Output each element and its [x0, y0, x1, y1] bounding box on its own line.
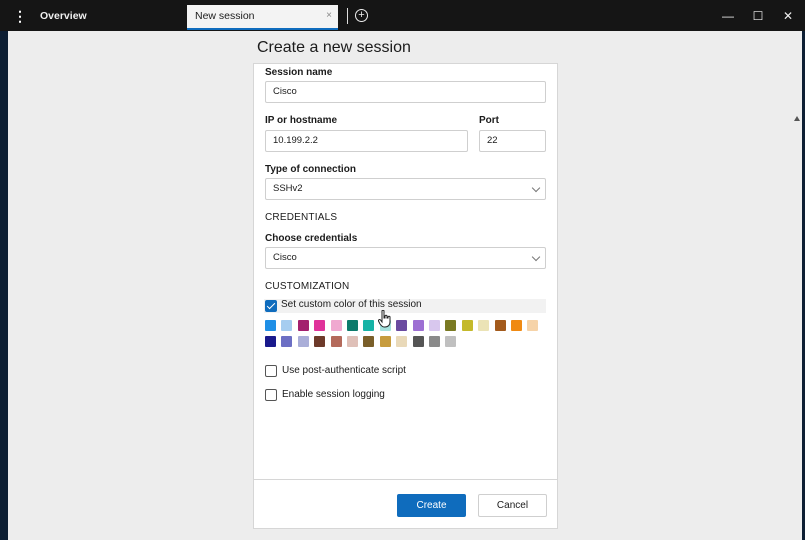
footer-divider — [254, 479, 557, 480]
credentials-value: Cisco — [273, 252, 297, 263]
color-swatch[interactable] — [379, 336, 391, 347]
color-swatch[interactable] — [396, 320, 408, 331]
port-label: Port — [479, 115, 499, 126]
color-swatch[interactable] — [527, 320, 539, 331]
post-auth-script-checkbox[interactable] — [265, 365, 277, 377]
cancel-button[interactable]: Cancel — [478, 494, 547, 517]
session-name-label: Session name — [265, 67, 333, 78]
menu-icon[interactable]: ⋮ — [12, 8, 28, 24]
color-swatch[interactable] — [347, 336, 358, 347]
color-swatch[interactable] — [330, 336, 342, 347]
color-swatch[interactable] — [494, 320, 506, 331]
color-swatch[interactable] — [330, 320, 342, 331]
tab-overview[interactable]: Overview — [32, 5, 182, 30]
port-input[interactable]: 22 — [479, 130, 546, 152]
session-logging-checkbox[interactable] — [265, 389, 277, 401]
session-logging-label: Enable session logging — [282, 389, 385, 400]
customization-section-title: CUSTOMIZATION — [265, 281, 350, 292]
add-tab-icon[interactable]: + — [355, 9, 368, 22]
color-swatch[interactable] — [412, 320, 424, 331]
tab-label: New session — [195, 10, 255, 22]
color-swatch[interactable] — [429, 336, 440, 347]
title-bar: ⋮ Overview New session × + — ☐ ✕ — [0, 0, 805, 31]
create-button[interactable]: Create — [397, 494, 466, 517]
connection-type-label: Type of connection — [265, 164, 356, 175]
color-swatch[interactable] — [297, 336, 309, 347]
custom-color-checkbox[interactable] — [265, 300, 277, 312]
tab-separator — [347, 8, 348, 24]
close-window-icon[interactable]: ✕ — [780, 8, 796, 24]
session-name-input[interactable]: Cisco — [265, 81, 546, 103]
color-swatch[interactable] — [412, 336, 424, 347]
color-swatch[interactable] — [445, 320, 457, 331]
color-swatch[interactable] — [461, 320, 473, 331]
credentials-label: Choose credentials — [265, 233, 358, 244]
content-area: Create a new session Session name Cisco … — [8, 31, 802, 540]
color-swatch[interactable] — [445, 336, 457, 347]
color-swatch[interactable] — [281, 336, 293, 347]
color-swatch[interactable] — [347, 320, 358, 331]
tab-label: Overview — [40, 10, 87, 22]
minimize-icon[interactable]: — — [720, 8, 736, 24]
credentials-section-title: CREDENTIALS — [265, 212, 338, 223]
custom-color-row[interactable]: Set custom color of this session — [264, 299, 546, 313]
post-auth-script-label: Use post-authenticate script — [282, 365, 406, 376]
color-swatch[interactable] — [314, 336, 326, 347]
tab-new-session[interactable]: New session × — [187, 5, 338, 30]
close-tab-icon[interactable]: × — [326, 5, 332, 27]
color-swatch[interactable] — [478, 320, 490, 331]
color-swatch[interactable] — [265, 336, 276, 347]
session-form: Session name Cisco IP or hostname 10.199… — [253, 63, 558, 529]
chevron-down-icon — [531, 252, 541, 262]
color-swatch[interactable] — [396, 336, 408, 347]
color-swatch[interactable] — [429, 320, 440, 331]
host-input[interactable]: 10.199.2.2 — [265, 130, 468, 152]
color-swatch[interactable] — [363, 320, 375, 331]
custom-color-label: Set custom color of this session — [281, 299, 422, 310]
page-title: Create a new session — [257, 39, 411, 56]
color-swatch[interactable] — [265, 320, 276, 331]
host-label: IP or hostname — [265, 115, 338, 126]
maximize-icon[interactable]: ☐ — [750, 8, 766, 24]
connection-type-value: SSHv2 — [273, 183, 303, 194]
color-swatch[interactable] — [363, 336, 375, 347]
color-swatch[interactable] — [511, 320, 522, 331]
scroll-up-icon[interactable] — [794, 116, 800, 121]
chevron-down-icon — [531, 183, 541, 193]
color-swatch[interactable] — [314, 320, 326, 331]
color-swatch[interactable] — [281, 320, 293, 331]
hand-cursor-icon — [378, 310, 391, 328]
color-swatch[interactable] — [297, 320, 309, 331]
connection-type-select[interactable]: SSHv2 — [265, 178, 546, 200]
credentials-select[interactable]: Cisco — [265, 247, 546, 269]
